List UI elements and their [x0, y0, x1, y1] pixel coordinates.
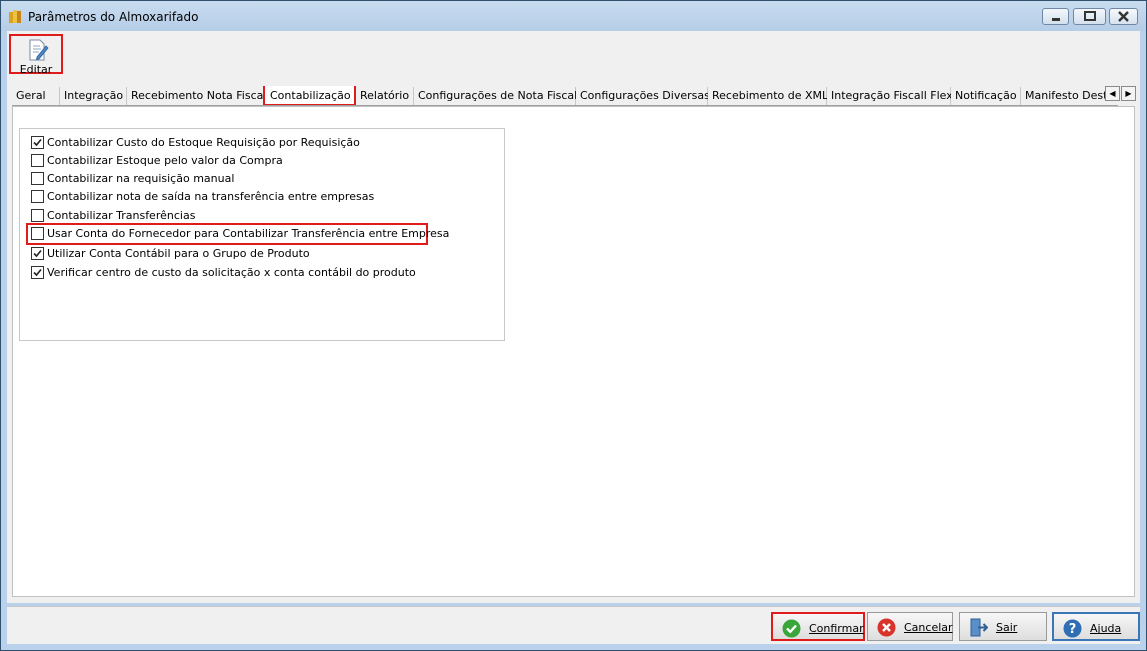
checkbox[interactable]	[31, 266, 44, 279]
tab-recebimento-nota-fiscal[interactable]: Recebimento Nota Fiscal	[127, 87, 267, 105]
tab-label: Contabilização	[270, 89, 351, 102]
tab-integracao[interactable]: Integração	[60, 87, 127, 105]
checkmark-icon	[33, 249, 42, 258]
tab-integracao-fiscall-flex[interactable]: Integração Fiscall Flex	[827, 87, 953, 105]
tab-label: Manifesto Dest	[1025, 89, 1108, 102]
option-label: Contabilizar na requisição manual	[47, 172, 235, 185]
check-circle-icon	[782, 619, 801, 638]
cancel-button[interactable]: Cancelar	[867, 612, 953, 641]
tab-label: Notificação	[955, 89, 1017, 102]
option-label: Contabilizar Custo do Estoque Requisição…	[47, 136, 360, 149]
tab-manifesto-dest[interactable]: Manifesto Dest	[1021, 87, 1118, 105]
exit-button[interactable]: Sair	[959, 612, 1047, 641]
minimize-icon	[1052, 18, 1060, 21]
cancel-circle-icon	[877, 618, 896, 637]
checkbox[interactable]	[31, 136, 44, 149]
tab-label: Integração	[64, 89, 124, 102]
checkbox[interactable]	[31, 190, 44, 203]
cancel-label: Cancelar	[904, 621, 953, 634]
help-button[interactable]: ? Ajuda	[1052, 612, 1140, 641]
title-bar: Parâmetros do Almoxarifado	[1, 1, 1146, 31]
svg-text:?: ?	[1069, 622, 1077, 637]
tab-scroll-right-button[interactable]: ▶	[1121, 86, 1136, 101]
option-label: Contabilizar Estoque pelo valor da Compr…	[47, 154, 283, 167]
tab-configuracoes-nota-fiscal[interactable]: Configurações de Nota Fiscal	[414, 87, 578, 105]
checkbox[interactable]	[31, 209, 44, 222]
tab-relatorio[interactable]: Relatório	[356, 87, 414, 105]
checkbox[interactable]	[31, 247, 44, 260]
tab-label: Configurações de Nota Fiscal	[418, 89, 578, 102]
main-content: Geral Integração Recebimento Nota Fiscal…	[7, 79, 1140, 603]
tab-label: Integração Fiscall Flex	[831, 89, 953, 102]
tab-notificacao[interactable]: Notificação	[951, 87, 1021, 105]
arrow-right-icon: ▶	[1125, 89, 1132, 98]
help-question-icon: ?	[1063, 619, 1082, 638]
option-label: Usar Conta do Fornecedor para Contabiliz…	[47, 227, 450, 240]
app-icon	[9, 10, 21, 23]
checkmark-icon	[33, 138, 42, 147]
checkbox[interactable]	[31, 154, 44, 167]
checkbox[interactable]	[31, 172, 44, 185]
tab-configuracoes-diversas[interactable]: Configurações Diversas	[576, 87, 710, 105]
maximize-icon	[1084, 11, 1096, 21]
window: Parâmetros do Almoxarifado Editar Geral …	[0, 0, 1147, 651]
confirm-label: Confirmar	[809, 622, 864, 635]
tab-label: Relatório	[360, 89, 410, 102]
option-label: Utilizar Conta Contábil para o Grupo de …	[47, 247, 310, 260]
tab-scroll-left-button[interactable]: ◀	[1105, 86, 1120, 101]
tab-strip: Geral Integração Recebimento Nota Fiscal…	[12, 86, 1118, 106]
tab-geral[interactable]: Geral	[12, 87, 60, 105]
confirm-button[interactable]: Confirmar	[771, 612, 865, 641]
window-title: Parâmetros do Almoxarifado	[28, 10, 199, 24]
minimize-button[interactable]	[1042, 8, 1069, 25]
exit-label: Sair	[996, 621, 1018, 634]
tab-label: Recebimento Nota Fiscal	[131, 89, 267, 102]
edit-document-icon	[29, 39, 49, 61]
option-label: Contabilizar nota de saída na transferên…	[47, 190, 375, 203]
option-label: Contabilizar Transferências	[47, 209, 196, 222]
edit-label: Editar	[19, 63, 53, 76]
help-label: Ajuda	[1090, 622, 1122, 635]
tab-label: Recebimento de XML	[712, 89, 829, 102]
tab-label: Configurações Diversas	[580, 89, 710, 102]
bottom-button-bar: Confirmar Cancelar Sair ? Ajuda	[7, 606, 1140, 644]
checkbox[interactable]	[31, 227, 44, 240]
edit-button[interactable]: Editar	[9, 34, 63, 76]
tab-contabilizacao[interactable]: Contabilização	[263, 86, 356, 105]
tab-page-contabilizacao: Contabilizar Custo do Estoque Requisição…	[12, 106, 1135, 597]
tab-recebimento-xml[interactable]: Recebimento de XML	[708, 87, 829, 105]
checkmark-icon	[33, 268, 42, 277]
maximize-button[interactable]	[1073, 8, 1106, 25]
tab-label: Geral	[16, 89, 46, 102]
arrow-left-icon: ◀	[1109, 89, 1116, 98]
toolbar: Editar	[7, 31, 1140, 79]
close-button[interactable]	[1109, 8, 1138, 25]
close-icon	[1118, 11, 1129, 22]
exit-door-icon	[970, 618, 988, 637]
options-group: Contabilizar Custo do Estoque Requisição…	[19, 128, 505, 341]
option-label: Verificar centro de custo da solicitação…	[47, 266, 416, 279]
